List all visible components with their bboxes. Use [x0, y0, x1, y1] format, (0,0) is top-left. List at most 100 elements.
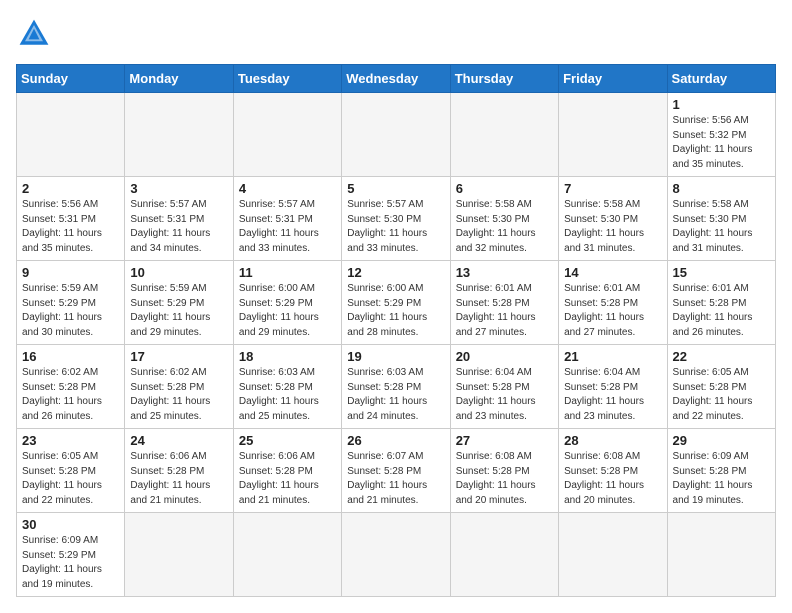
day-number: 3: [130, 181, 227, 196]
calendar-cell: 6 Sunrise: 5:58 AM Sunset: 5:30 PM Daylig…: [450, 177, 558, 261]
day-number: 5: [347, 181, 444, 196]
day-number: 30: [22, 517, 119, 532]
day-info: Sunrise: 6:04 AM Sunset: 5:28 PM Dayligh…: [564, 366, 661, 424]
day-number: 1: [673, 97, 770, 112]
week-row-2: 2 Sunrise: 5:56 AM Sunset: 5:31 PM Daylig…: [17, 177, 776, 261]
calendar-cell: 26 Sunrise: 6:07 AM Sunset: 5:28 PM Dayli…: [342, 429, 450, 513]
weekday-tuesday: Tuesday: [233, 65, 341, 93]
day-info: Sunrise: 5:59 AM Sunset: 5:29 PM Dayligh…: [22, 282, 119, 340]
calendar-cell: 8Sunrise: 5:58 AM Sunset: 5:30 PM Daylig…: [667, 177, 775, 261]
day-info: Sunrise: 5:57 AM Sunset: 5:31 PM Dayligh…: [130, 198, 227, 256]
calendar-cell: 17 Sunrise: 6:02 AM Sunset: 5:28 PM Dayli…: [125, 345, 233, 429]
day-number: 18: [239, 349, 336, 364]
day-info: Sunrise: 6:06 AM Sunset: 5:28 PM Dayligh…: [130, 450, 227, 508]
day-number: 26: [347, 433, 444, 448]
day-number: 4: [239, 181, 336, 196]
week-row-5: 23Sunrise: 6:05 AM Sunset: 5:28 PM Dayli…: [17, 429, 776, 513]
day-number: 15: [673, 265, 770, 280]
calendar-cell: [17, 93, 125, 177]
day-number: 16: [22, 349, 119, 364]
calendar-cell: [342, 93, 450, 177]
weekday-sunday: Sunday: [17, 65, 125, 93]
calendar-cell: 12 Sunrise: 6:00 AM Sunset: 5:29 PM Dayli…: [342, 261, 450, 345]
day-info: Sunrise: 5:58 AM Sunset: 5:30 PM Dayligh…: [564, 198, 661, 256]
calendar-cell: 13Sunrise: 6:01 AM Sunset: 5:28 PM Dayli…: [450, 261, 558, 345]
day-info: Sunrise: 6:02 AM Sunset: 5:28 PM Dayligh…: [130, 366, 227, 424]
day-info: Sunrise: 6:08 AM Sunset: 5:28 PM Dayligh…: [456, 450, 553, 508]
day-number: 19: [347, 349, 444, 364]
calendar-cell: 25 Sunrise: 6:06 AM Sunset: 5:28 PM Dayli…: [233, 429, 341, 513]
week-row-3: 9 Sunrise: 5:59 AM Sunset: 5:29 PM Daylig…: [17, 261, 776, 345]
day-info: Sunrise: 6:08 AM Sunset: 5:28 PM Dayligh…: [564, 450, 661, 508]
calendar-cell: 27 Sunrise: 6:08 AM Sunset: 5:28 PM Dayli…: [450, 429, 558, 513]
calendar-cell: [342, 513, 450, 597]
day-info: Sunrise: 5:56 AM Sunset: 5:31 PM Dayligh…: [22, 198, 119, 256]
day-number: 27: [456, 433, 553, 448]
day-number: 14: [564, 265, 661, 280]
day-number: 28: [564, 433, 661, 448]
day-number: 20: [456, 349, 553, 364]
day-info: Sunrise: 6:04 AM Sunset: 5:28 PM Dayligh…: [456, 366, 553, 424]
calendar-cell: [559, 513, 667, 597]
weekday-saturday: Saturday: [667, 65, 775, 93]
day-number: 29: [673, 433, 770, 448]
day-info: Sunrise: 5:59 AM Sunset: 5:29 PM Dayligh…: [130, 282, 227, 340]
day-info: Sunrise: 6:03 AM Sunset: 5:28 PM Dayligh…: [347, 366, 444, 424]
day-number: 7: [564, 181, 661, 196]
calendar-cell: 24Sunrise: 6:06 AM Sunset: 5:28 PM Dayli…: [125, 429, 233, 513]
calendar-cell: [125, 513, 233, 597]
day-number: 11: [239, 265, 336, 280]
calendar-cell: 4Sunrise: 5:57 AM Sunset: 5:31 PM Daylig…: [233, 177, 341, 261]
day-info: Sunrise: 6:00 AM Sunset: 5:29 PM Dayligh…: [239, 282, 336, 340]
day-number: 6: [456, 181, 553, 196]
calendar-cell: 10 Sunrise: 5:59 AM Sunset: 5:29 PM Dayli…: [125, 261, 233, 345]
calendar-cell: [450, 93, 558, 177]
day-info: Sunrise: 6:00 AM Sunset: 5:29 PM Dayligh…: [347, 282, 444, 340]
calendar-cell: [450, 513, 558, 597]
week-row-4: 16 Sunrise: 6:02 AM Sunset: 5:28 PM Dayli…: [17, 345, 776, 429]
day-info: Sunrise: 5:58 AM Sunset: 5:30 PM Dayligh…: [456, 198, 553, 256]
calendar-cell: 5Sunrise: 5:57 AM Sunset: 5:30 PM Daylig…: [342, 177, 450, 261]
calendar-cell: 7 Sunrise: 5:58 AM Sunset: 5:30 PM Daylig…: [559, 177, 667, 261]
week-row-6: 30Sunrise: 6:09 AM Sunset: 5:29 PM Dayli…: [17, 513, 776, 597]
calendar-cell: 28 Sunrise: 6:08 AM Sunset: 5:28 PM Dayli…: [559, 429, 667, 513]
calendar-cell: 1 Sunrise: 5:56 AM Sunset: 5:32 PM Daylig…: [667, 93, 775, 177]
calendar-cell: [233, 513, 341, 597]
calendar-cell: 29Sunrise: 6:09 AM Sunset: 5:28 PM Dayli…: [667, 429, 775, 513]
page-header: [16, 16, 776, 52]
day-info: Sunrise: 6:01 AM Sunset: 5:28 PM Dayligh…: [564, 282, 661, 340]
calendar-cell: 21Sunrise: 6:04 AM Sunset: 5:28 PM Dayli…: [559, 345, 667, 429]
day-info: Sunrise: 6:06 AM Sunset: 5:28 PM Dayligh…: [239, 450, 336, 508]
day-info: Sunrise: 6:03 AM Sunset: 5:28 PM Dayligh…: [239, 366, 336, 424]
day-number: 12: [347, 265, 444, 280]
day-info: Sunrise: 6:05 AM Sunset: 5:28 PM Dayligh…: [22, 450, 119, 508]
day-number: 17: [130, 349, 227, 364]
day-number: 2: [22, 181, 119, 196]
week-row-1: 1 Sunrise: 5:56 AM Sunset: 5:32 PM Daylig…: [17, 93, 776, 177]
calendar-cell: 3 Sunrise: 5:57 AM Sunset: 5:31 PM Daylig…: [125, 177, 233, 261]
day-info: Sunrise: 6:02 AM Sunset: 5:28 PM Dayligh…: [22, 366, 119, 424]
weekday-header-row: SundayMondayTuesdayWednesdayThursdayFrid…: [17, 65, 776, 93]
weekday-wednesday: Wednesday: [342, 65, 450, 93]
calendar-cell: 18 Sunrise: 6:03 AM Sunset: 5:28 PM Dayli…: [233, 345, 341, 429]
logo: [16, 16, 56, 52]
weekday-thursday: Thursday: [450, 65, 558, 93]
weekday-friday: Friday: [559, 65, 667, 93]
day-number: 22: [673, 349, 770, 364]
day-number: 10: [130, 265, 227, 280]
calendar-cell: 19 Sunrise: 6:03 AM Sunset: 5:28 PM Dayli…: [342, 345, 450, 429]
calendar-cell: 16 Sunrise: 6:02 AM Sunset: 5:28 PM Dayli…: [17, 345, 125, 429]
calendar-cell: [559, 93, 667, 177]
calendar-cell: 14 Sunrise: 6:01 AM Sunset: 5:28 PM Dayli…: [559, 261, 667, 345]
day-number: 9: [22, 265, 119, 280]
day-info: Sunrise: 6:05 AM Sunset: 5:28 PM Dayligh…: [673, 366, 770, 424]
calendar-cell: [667, 513, 775, 597]
day-info: Sunrise: 6:01 AM Sunset: 5:28 PM Dayligh…: [673, 282, 770, 340]
calendar-cell: 11 Sunrise: 6:00 AM Sunset: 5:29 PM Dayli…: [233, 261, 341, 345]
day-info: Sunrise: 6:07 AM Sunset: 5:28 PM Dayligh…: [347, 450, 444, 508]
calendar-cell: 22 Sunrise: 6:05 AM Sunset: 5:28 PM Dayli…: [667, 345, 775, 429]
day-info: Sunrise: 5:56 AM Sunset: 5:32 PM Dayligh…: [673, 114, 770, 172]
day-number: 25: [239, 433, 336, 448]
day-number: 8: [673, 181, 770, 196]
calendar-cell: 2 Sunrise: 5:56 AM Sunset: 5:31 PM Daylig…: [17, 177, 125, 261]
